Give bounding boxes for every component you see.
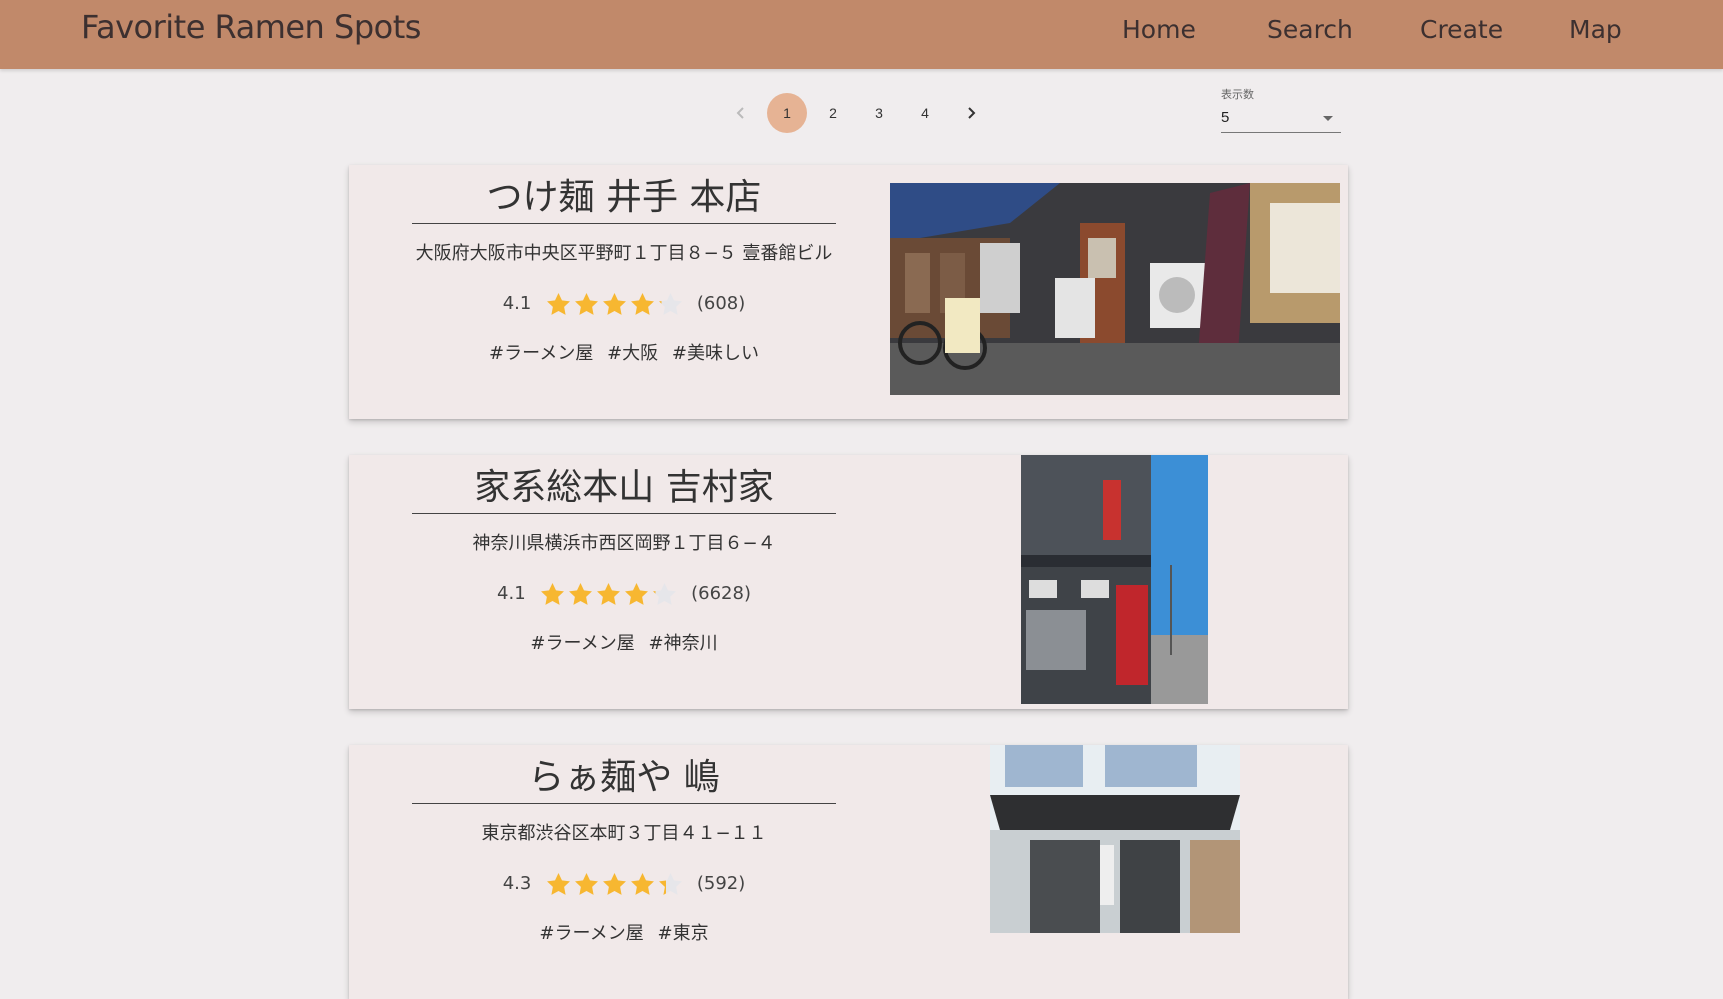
page-button-2[interactable]: 2 bbox=[813, 93, 853, 133]
review-count: (592) bbox=[696, 873, 746, 894]
per-page-selected: 5 bbox=[1221, 109, 1230, 126]
per-page-label: 表示数 bbox=[1221, 88, 1254, 101]
star-icon bbox=[547, 292, 571, 315]
rating-value: 4.3 bbox=[502, 873, 532, 894]
tag[interactable]: #ラーメン屋 bbox=[530, 633, 634, 654]
star-icon bbox=[631, 872, 655, 895]
tag[interactable]: #美味しい bbox=[672, 343, 759, 364]
shop-name[interactable]: 家系総本山 吉村家 bbox=[412, 463, 836, 514]
page-button-4[interactable]: 4 bbox=[905, 93, 945, 133]
tag[interactable]: #神奈川 bbox=[649, 633, 718, 654]
nav-search[interactable]: Search bbox=[1267, 14, 1353, 46]
shop-address: 神奈川県横浜市西区岡野１丁目６−４ bbox=[472, 533, 776, 554]
shop-address: 大阪府大阪市中央区平野町１丁目８−５ 壹番館ビル bbox=[415, 243, 833, 264]
shop-name[interactable]: つけ麺 井手 本店 bbox=[412, 173, 836, 224]
next-page-button[interactable] bbox=[951, 93, 991, 133]
prev-page-button[interactable] bbox=[721, 93, 761, 133]
nav-map[interactable]: Map bbox=[1569, 14, 1622, 46]
star-icon bbox=[631, 292, 655, 315]
review-count: (608) bbox=[696, 293, 746, 314]
star-icon bbox=[653, 582, 677, 605]
rating-value: 4.1 bbox=[497, 583, 526, 604]
shop-tags: #ラーメン屋 #神奈川 bbox=[349, 632, 899, 656]
page-button-3[interactable]: 3 bbox=[859, 93, 899, 133]
star-icon bbox=[575, 872, 599, 895]
rating-stars bbox=[545, 869, 685, 899]
shop-photo bbox=[990, 745, 1240, 933]
nav-create[interactable]: Create bbox=[1420, 14, 1503, 46]
tag[interactable]: #大阪 bbox=[607, 343, 658, 364]
shop-tags: #ラーメン屋 #大阪 #美味しい bbox=[349, 342, 899, 366]
star-icon bbox=[603, 292, 627, 315]
chevron-right-icon bbox=[968, 107, 976, 119]
shop-name[interactable]: らぁ麺や 嶋 bbox=[412, 753, 836, 804]
shop-photo bbox=[890, 183, 1340, 395]
star-icon bbox=[569, 582, 593, 605]
per-page-value[interactable]: 5 bbox=[1221, 108, 1341, 133]
nav-home[interactable]: Home bbox=[1122, 14, 1196, 46]
star-icon bbox=[597, 582, 621, 605]
app-title[interactable]: Favorite Ramen Spots bbox=[81, 6, 421, 48]
tag[interactable]: #東京 bbox=[658, 923, 709, 944]
chevron-left-icon bbox=[736, 107, 744, 119]
shop-card[interactable]: らぁ麺や 嶋 東京都渋谷区本町３丁目４１−１１ 4.3 (592) #ラーメン屋… bbox=[349, 745, 1348, 999]
page-button-1[interactable]: 1 bbox=[767, 93, 807, 133]
per-page-select[interactable]: 表示数 5 bbox=[1221, 88, 1341, 133]
review-count: (6628) bbox=[691, 583, 751, 604]
star-icon bbox=[575, 292, 599, 315]
shop-photo bbox=[1021, 455, 1208, 704]
dropdown-caret-icon bbox=[1323, 116, 1333, 121]
star-icon bbox=[547, 872, 571, 895]
shop-card[interactable]: 家系総本山 吉村家 神奈川県横浜市西区岡野１丁目６−４ 4.1 (6628) #… bbox=[349, 455, 1348, 709]
star-icon bbox=[541, 582, 565, 605]
shop-address: 東京都渋谷区本町３丁目４１−１１ bbox=[481, 823, 767, 844]
tag[interactable]: #ラーメン屋 bbox=[489, 343, 593, 364]
tag[interactable]: #ラーメン屋 bbox=[539, 923, 643, 944]
star-icon bbox=[659, 872, 683, 895]
rating-value: 4.1 bbox=[502, 293, 532, 314]
star-icon bbox=[625, 582, 649, 605]
shop-tags: #ラーメン屋 #東京 bbox=[349, 922, 899, 946]
rating-stars bbox=[545, 289, 685, 319]
star-icon bbox=[603, 872, 627, 895]
app-header: Favorite Ramen Spots Home Search Create … bbox=[0, 0, 1723, 69]
shop-rating: 4.1 (6628) bbox=[349, 579, 899, 609]
star-icon bbox=[659, 292, 683, 315]
shop-card[interactable]: つけ麺 井手 本店 大阪府大阪市中央区平野町１丁目８−５ 壹番館ビル 4.1 (… bbox=[349, 165, 1348, 419]
shop-rating: 4.1 (608) bbox=[349, 289, 899, 319]
rating-stars bbox=[539, 579, 679, 609]
shop-rating: 4.3 (592) bbox=[349, 869, 899, 899]
